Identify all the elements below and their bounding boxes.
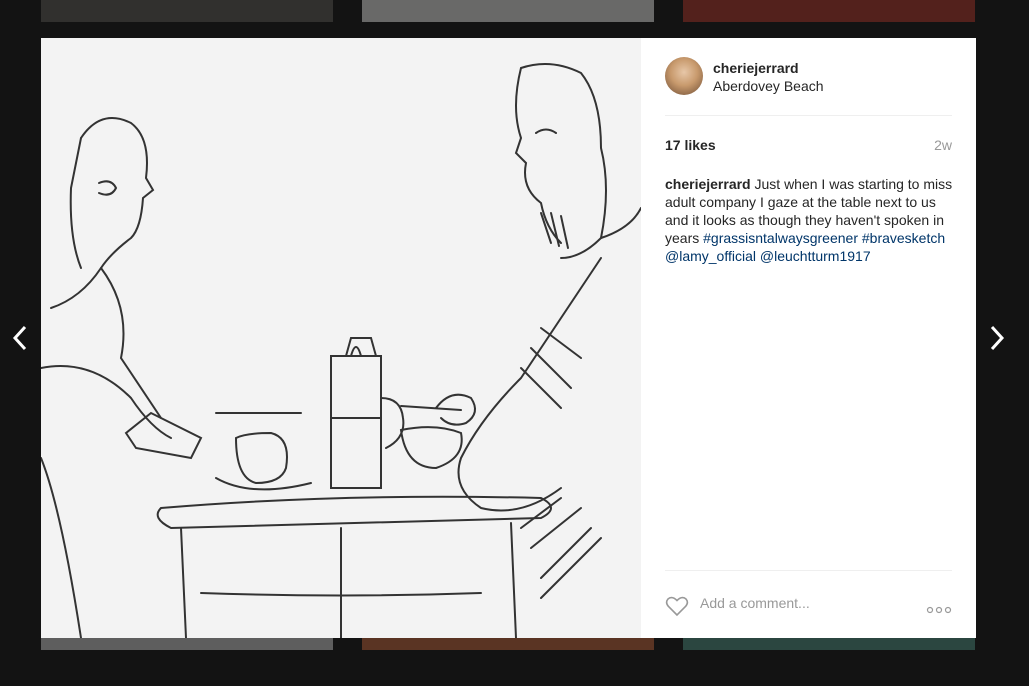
avatar[interactable] — [665, 57, 703, 95]
hashtag-link[interactable]: #bravesketch — [862, 230, 945, 246]
post-age[interactable]: 2w — [934, 137, 952, 153]
username-link[interactable]: cheriejerrard — [713, 60, 799, 76]
heart-icon — [665, 596, 689, 617]
post-footer — [665, 570, 952, 639]
post-caption: cheriejerrard Just when I was starting t… — [665, 175, 955, 265]
sketch-drawing — [41, 63, 641, 638]
post-header: cheriejerrard Aberdovey Beach — [665, 57, 952, 116]
location-link[interactable]: Aberdovey Beach — [713, 78, 824, 94]
more-options-button[interactable] — [926, 601, 952, 619]
mention-link[interactable]: @leuchtturm1917 — [760, 248, 871, 264]
comment-input[interactable] — [700, 595, 910, 611]
caption-username[interactable]: cheriejerrard — [665, 176, 751, 192]
likes-count[interactable]: 17 likes — [665, 137, 716, 153]
more-options-icon — [926, 606, 952, 614]
post-photo[interactable] — [41, 38, 641, 638]
mention-link[interactable]: @lamy_official — [665, 248, 756, 264]
chevron-left-icon — [12, 325, 27, 351]
hashtag-link[interactable]: #grassisntalwaysgreener — [703, 230, 858, 246]
like-button[interactable] — [665, 595, 689, 622]
post-sidebar: cheriejerrard Aberdovey Beach 17 likes 2… — [641, 38, 976, 638]
previous-post-button[interactable] — [0, 318, 40, 358]
post-modal: cheriejerrard Aberdovey Beach 17 likes 2… — [41, 38, 976, 638]
chevron-right-icon — [990, 325, 1005, 351]
next-post-button[interactable] — [977, 318, 1017, 358]
